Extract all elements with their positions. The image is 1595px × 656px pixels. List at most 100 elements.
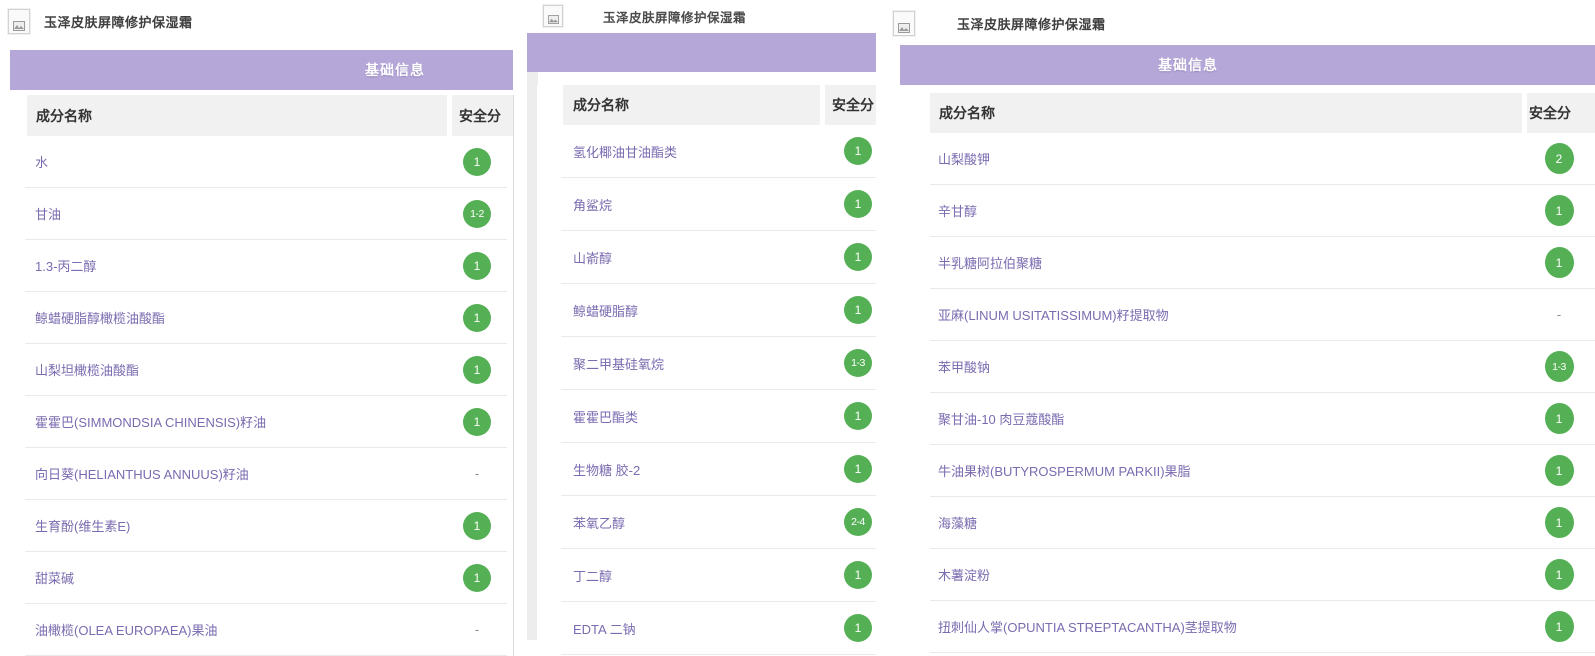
table-row: 木薯淀粉 1 — [930, 549, 1595, 601]
product-title: 玉泽皮肤屏障修护保湿霜 — [957, 14, 1106, 33]
safety-score-badge: 1 — [463, 252, 491, 280]
table-row: 辛甘醇 1 — [930, 185, 1595, 237]
safety-score-cell: 2-4 — [844, 508, 872, 536]
ingredient-name-link[interactable]: 油橄榄(OLEA EUROPAEA)果油 — [35, 620, 447, 639]
ingredient-table: 成分名称 安全分 山梨酸钾2辛甘醇1半乳糖阿拉伯聚糖1亚麻(LINUM USIT… — [912, 93, 1595, 656]
safety-score-badge: 1 — [844, 614, 872, 642]
table-row: 苯甲酸钠 1-3 — [930, 341, 1595, 393]
table-row: 丁二醇1 — [561, 549, 876, 602]
ingredient-name-link[interactable]: 山梨酸钾 — [938, 149, 1523, 168]
table-row: 生物糖 胶-21 — [561, 443, 876, 496]
safety-score-badge: 1 — [1545, 247, 1574, 278]
safety-score-cell: - — [1523, 307, 1595, 322]
table-row: 向日葵(HELIANTHUS ANNUUS)籽油- — [25, 448, 507, 500]
table-row: 半乳糖阿拉伯聚糖 1 — [930, 237, 1595, 289]
safety-score-cell: - — [447, 466, 507, 481]
table-row: 山嵛醇1 — [561, 231, 876, 284]
ingredient-name-link[interactable]: 山梨坦橄榄油酸酯 — [35, 360, 447, 379]
safety-score-cell: 1 — [844, 137, 872, 165]
ingredient-name-link[interactable]: 山嵛醇 — [573, 248, 844, 267]
product-image-placeholder-icon — [893, 11, 915, 36]
table-row: 霍霍巴酯类1 — [561, 390, 876, 443]
ingredient-name-link[interactable]: 甜菜碱 — [35, 568, 447, 587]
ingredient-name-link[interactable]: 1.3-丙二醇 — [35, 256, 447, 275]
ingredient-name-link[interactable]: 霍霍巴酯类 — [573, 407, 844, 426]
safety-score-badge: 1 — [1545, 455, 1574, 486]
safety-score-cell: 1 — [1523, 195, 1595, 226]
safety-score-cell: 1 — [1523, 559, 1595, 590]
safety-score-cell: 1 — [447, 148, 507, 176]
safety-score-badge: 1 — [1545, 611, 1574, 642]
product-title: 玉泽皮肤屏障修护保湿霜 — [603, 7, 746, 26]
ingredient-name-link[interactable]: 牛油果树(BUTYROSPERMUM PARKII)果脂 — [938, 461, 1523, 480]
ingredient-name-link[interactable]: 甘油 — [35, 204, 447, 223]
table-row: 亚麻(LINUM USITATISSIMUM)籽提取物 - — [930, 289, 1595, 341]
safety-score-cell: 1-3 — [1523, 351, 1595, 382]
column-header-ingredient-name: 成分名称 — [27, 95, 447, 136]
table-row: EDTA 二钠1 — [561, 602, 876, 655]
table-row: 聚甘油-10 肉豆蔻酸酯1 — [930, 393, 1595, 445]
safety-score-badge: 1 — [1545, 559, 1574, 590]
ingredient-name-link[interactable]: EDTA 二钠 — [573, 619, 844, 638]
ingredient-name-link[interactable]: 聚二甲基硅氧烷 — [573, 354, 844, 373]
safety-score-badge: 1 — [844, 137, 872, 165]
ingredient-name-link[interactable]: 向日葵(HELIANTHUS ANNUUS)籽油 — [35, 464, 447, 483]
ingredient-name-link[interactable]: 木薯淀粉 — [938, 565, 1523, 584]
table-body: 山梨酸钾 2 辛甘醇 1 半乳糖阿拉伯聚糖 1 亚麻(LINUM USITATISSIMUM… — [930, 133, 1595, 653]
ingredient-name-link[interactable]: 氢化椰油甘油酯类 — [573, 142, 844, 161]
table-row: 生育酚(维生素E) 1 — [25, 500, 507, 552]
safety-score-cell: 1 — [1523, 455, 1595, 486]
table-row: 甜菜碱1 — [25, 552, 507, 604]
safety-score-cell: 1 — [447, 252, 507, 280]
safety-score-badge: 1-3 — [1545, 351, 1574, 382]
safety-score-badge: 1 — [463, 356, 491, 384]
ingredient-name-link[interactable]: 生育酚(维生素E) — [35, 516, 447, 535]
ingredient-name-link[interactable]: 鲸蜡硬脂醇橄榄油酸酯 — [35, 308, 447, 327]
safety-score-badge: 1 — [844, 561, 872, 589]
ingredient-name-link[interactable]: 半乳糖阿拉伯聚糖 — [938, 253, 1523, 272]
safety-score-cell: - — [447, 622, 507, 637]
product-title: 玉泽皮肤屏障修护保湿霜 — [44, 12, 193, 31]
ingredient-name-link[interactable]: 角鲨烷 — [573, 195, 844, 214]
column-header-ingredient-name: 成分名称 — [563, 85, 820, 125]
column-header-ingredient-name: 成分名称 — [930, 93, 1522, 133]
table-body: 氢化椰油甘油酯类1角鲨烷1山嵛醇1鲸蜡硬脂醇1聚二甲基硅氧烷1-3霍霍巴酯类1生… — [561, 125, 876, 655]
ingredient-name-link[interactable]: 亚麻(LINUM USITATISSIMUM)籽提取物 — [938, 305, 1523, 324]
ingredient-name-link[interactable]: 霍霍巴(SIMMONDSIA CHINENSIS)籽油 — [35, 412, 447, 431]
safety-score-cell: 1 — [844, 455, 872, 483]
ingredient-name-link[interactable]: 海藻糖 — [938, 513, 1523, 532]
table-row: 油橄榄(OLEA EUROPAEA)果油- — [25, 604, 507, 656]
safety-score-cell: 1-3 — [844, 349, 872, 377]
ingredient-table: 成分名称 安全分 水1甘油1-21.3-丙二醇1鲸蜡硬脂醇橄榄油酸酯1山梨坦橄榄… — [10, 95, 513, 656]
safety-score-badge: 1 — [844, 402, 872, 430]
section-band: 基础信息 — [10, 50, 513, 90]
table-row: 聚二甲基硅氧烷1-3 — [561, 337, 876, 390]
table-row: 氢化椰油甘油酯类1 — [561, 125, 876, 178]
ingredient-name-link[interactable]: 辛甘醇 — [938, 201, 1523, 220]
section-band-label: 基础信息 — [1158, 45, 1218, 85]
column-header-safety-score: 安全分 — [452, 95, 513, 136]
ingredient-name-link[interactable]: 扭刺仙人掌(OPUNTIA STREPTACANTHA)茎提取物 — [938, 617, 1523, 636]
ingredient-name-link[interactable]: 生物糖 胶-2 — [573, 460, 844, 479]
ingredient-name-link[interactable]: 苯甲酸钠 — [938, 357, 1523, 376]
ingredient-name-link[interactable]: 丁二醇 — [573, 566, 844, 585]
product-header: 玉泽皮肤屏障修护保湿霜 — [8, 9, 193, 34]
safety-score-cell: 1 — [844, 561, 872, 589]
safety-score-cell: 1 — [844, 296, 872, 324]
safety-score-badge: 1 — [1545, 195, 1574, 226]
ingredient-name-link[interactable]: 鲸蜡硬脂醇 — [573, 301, 844, 320]
ingredient-name-link[interactable]: 聚甘油-10 肉豆蔻酸酯 — [938, 409, 1523, 428]
ingredient-name-link[interactable]: 苯氧乙醇 — [573, 513, 844, 532]
safety-score-badge: 2 — [1545, 143, 1574, 174]
safety-score-badge: 1 — [844, 455, 872, 483]
table-row: 甘油1-2 — [25, 188, 507, 240]
ingredient-name-link[interactable]: 水 — [35, 152, 447, 171]
no-score-dash: - — [1557, 307, 1561, 322]
safety-score-badge: 1 — [463, 512, 491, 540]
table-row: 角鲨烷1 — [561, 178, 876, 231]
safety-score-cell: 1 — [844, 190, 872, 218]
table-row: 鲸蜡硬脂醇橄榄油酸酯1 — [25, 292, 507, 344]
safety-score-cell: 1 — [844, 402, 872, 430]
safety-score-cell: 1 — [1523, 611, 1595, 642]
safety-score-cell: 1 — [844, 614, 872, 642]
